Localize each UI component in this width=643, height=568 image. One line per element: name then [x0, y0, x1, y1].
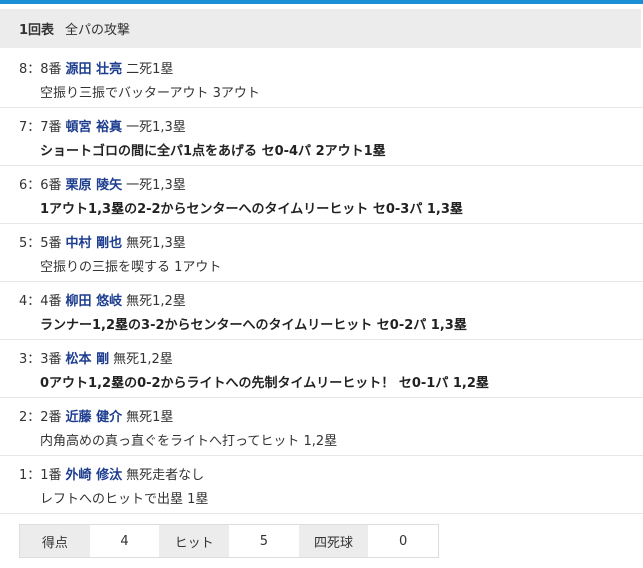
player-link[interactable]: 頓宮 裕真	[66, 120, 123, 135]
walks-value: 0	[368, 525, 439, 557]
play-result: レフトへのヒットで出塁 1塁	[40, 492, 209, 507]
play-item: 7：7番 頓宮 裕真 一死1,3塁 ショートゴロの間に全パ1点をあげる セ0-4パ …	[0, 108, 643, 166]
hits-value: 5	[229, 525, 299, 557]
inning-header: 1回表 全パの攻撃	[0, 9, 641, 48]
situation: 無死走者なし	[126, 468, 205, 483]
runs-label: 得点	[20, 525, 90, 557]
play-header: 6：6番 栗原 陵矢 一死1,3塁	[19, 174, 186, 193]
situation: 無死1,3塁	[126, 236, 186, 251]
player-link[interactable]: 中村 剛也	[66, 236, 123, 251]
player-link[interactable]: 近藤 健介	[66, 410, 123, 425]
batting-order: 7：7番	[19, 120, 62, 135]
play-result: 0アウト1,2塁の0-2からライトへの先制タイムリーヒット！ セ0-1パ 1,2…	[40, 376, 489, 391]
play-header: 4：4番 柳田 悠岐 無死1,2塁	[19, 290, 186, 309]
play-header: 2：2番 近藤 健介 無死1塁	[19, 406, 173, 425]
batting-order: 4：4番	[19, 294, 62, 309]
batting-order: 1：1番	[19, 468, 62, 483]
play-item: 2：2番 近藤 健介 無死1塁 内角高めの真っ直ぐをライトへ打ってヒット 1,2塁	[0, 398, 643, 456]
play-item: 3：3番 松本 剛無死1,2塁 0アウト1,2塁の0-2からライトへの先制タイムリ…	[0, 340, 643, 398]
runs-value: 4	[89, 525, 160, 557]
hits-label: ヒット	[159, 525, 230, 557]
situation: 二死1塁	[126, 62, 174, 77]
play-list: 8：8番 源田 壮亮 二死1塁 空振り三振でバッターアウト 3アウト 7：7番 頓宮 …	[0, 50, 643, 514]
play-result: 1アウト1,3塁の2-2からセンターへのタイムリーヒット セ0-3パ 1,3塁	[40, 202, 463, 217]
play-header: 5：5番 中村 剛也 無死1,3塁	[19, 232, 186, 251]
situation: 無死1,2塁	[126, 294, 186, 309]
play-header: 3：3番 松本 剛無死1,2塁	[19, 348, 173, 367]
play-header: 8：8番 源田 壮亮 二死1塁	[19, 58, 173, 77]
player-link[interactable]: 柳田 悠岐	[66, 294, 123, 309]
situation: 一死1,3塁	[126, 120, 186, 135]
play-item: 5：5番 中村 剛也 無死1,3塁 空振りの三振を喫する 1アウト	[0, 224, 643, 282]
player-link[interactable]: 源田 壮亮	[66, 62, 123, 77]
play-result: ランナー1,2塁の3-2からセンターへのタイムリーヒット セ0-2パ 1,3塁	[40, 318, 467, 333]
play-result: 空振り三振でバッターアウト 3アウト	[40, 86, 260, 101]
play-result: ショートゴロの間に全パ1点をあげる セ0-4パ 2アウト1塁	[40, 144, 386, 159]
player-link[interactable]: 松本 剛	[66, 352, 110, 367]
play-result: 空振りの三振を喫する 1アウト	[40, 260, 222, 275]
play-item: 1：1番 外崎 修汰 無死走者なし レフトへのヒットで出塁 1塁	[0, 456, 643, 514]
play-header: 7：7番 頓宮 裕真 一死1,3塁	[19, 116, 186, 135]
accent-bar	[0, 0, 643, 4]
batting-order: 5：5番	[19, 236, 62, 251]
batting-order: 2：2番	[19, 410, 62, 425]
play-result: 内角高めの真っ直ぐをライトへ打ってヒット 1,2塁	[40, 434, 338, 449]
play-item: 6：6番 栗原 陵矢 一死1,3塁 1アウト1,3塁の2-2からセンターへのタイムリ…	[0, 166, 643, 224]
situation: 一死1,3塁	[126, 178, 186, 193]
play-header: 1：1番 外崎 修汰 無死走者なし	[19, 464, 204, 483]
inning-summary: 得点 4 ヒット 5 四死球 0	[19, 524, 439, 558]
batting-order: 6：6番	[19, 178, 62, 193]
situation: 無死1,2塁	[113, 352, 173, 367]
player-link[interactable]: 栗原 陵矢	[66, 178, 123, 193]
batting-order: 8：8番	[19, 62, 62, 77]
team-attack-label: 全パの攻撃	[65, 23, 131, 38]
play-item: 8：8番 源田 壮亮 二死1塁 空振り三振でバッターアウト 3アウト	[0, 50, 643, 108]
play-item: 4：4番 柳田 悠岐 無死1,2塁 ランナー1,2塁の3-2からセンターへのタイムリ…	[0, 282, 643, 340]
inning-label: 1回表	[19, 23, 55, 38]
player-link[interactable]: 外崎 修汰	[66, 468, 123, 483]
walks-label: 四死球	[298, 525, 369, 557]
situation: 無死1塁	[126, 410, 174, 425]
batting-order: 3：3番	[19, 352, 62, 367]
